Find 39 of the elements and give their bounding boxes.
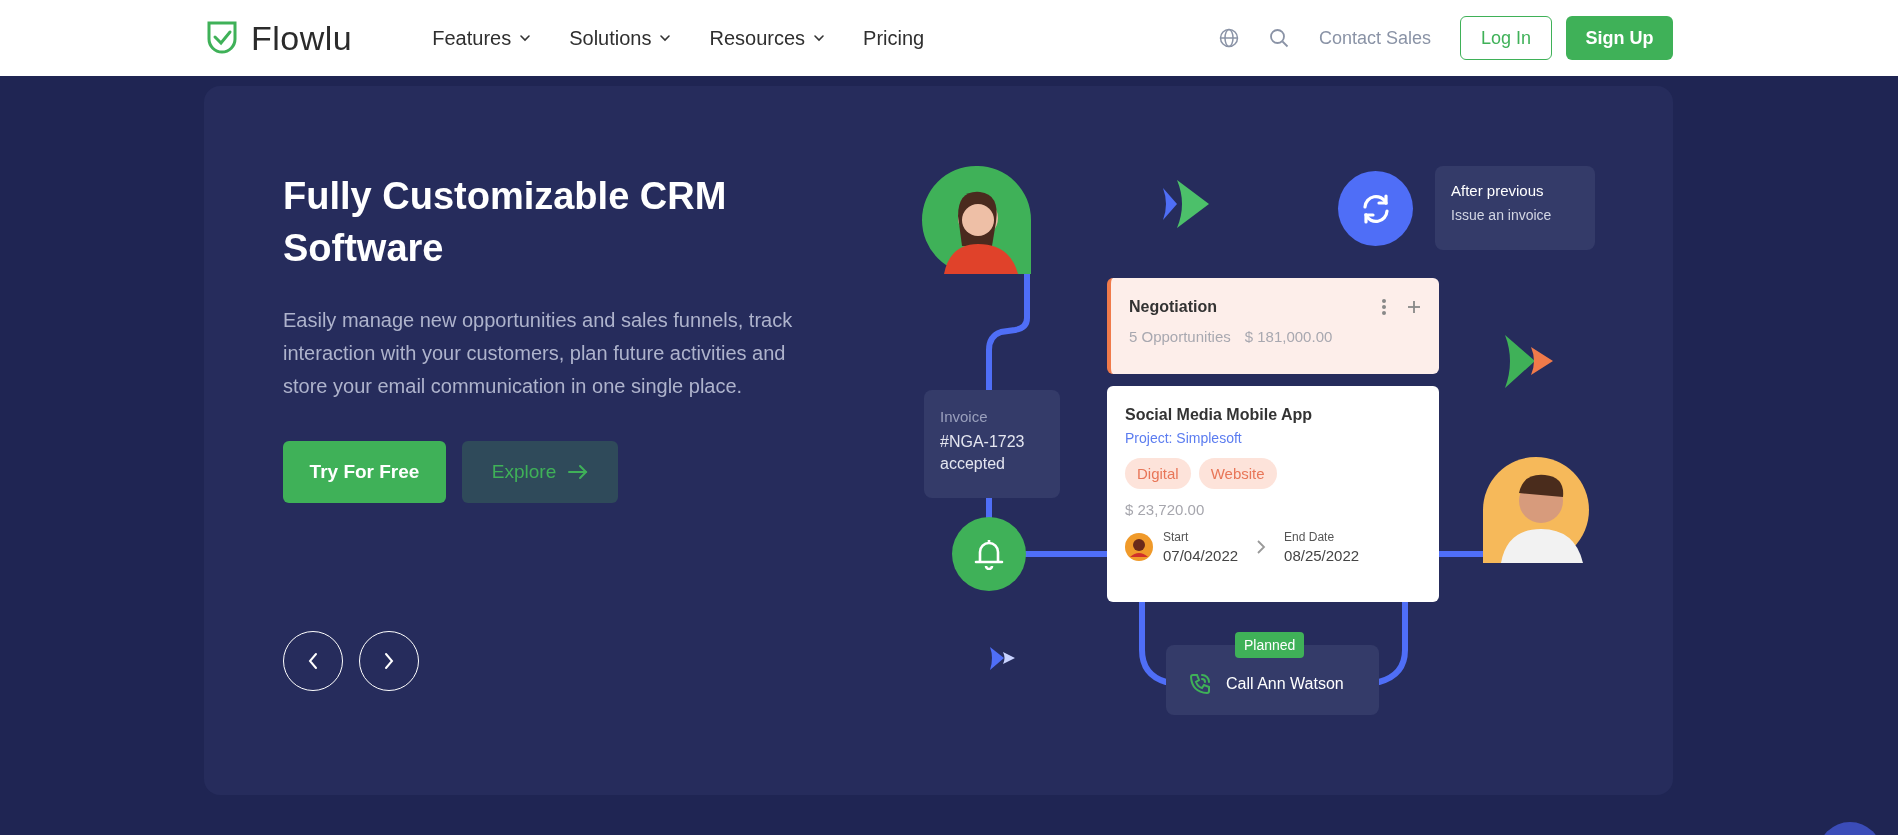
automation-action: Issue an invoice <box>1451 207 1553 223</box>
automation-title: After previous <box>1451 182 1545 199</box>
stage-title: Negotiation <box>1129 298 1218 316</box>
nav-link[interactable]: Resources <box>709 26 826 50</box>
project-label: Project: Simplesoft <box>1125 430 1243 446</box>
chevron-left-icon <box>307 652 319 670</box>
tag: Website <box>1198 458 1277 489</box>
status-badge: Planned <box>1235 632 1305 658</box>
sparkle-arrows-icon <box>990 647 1015 670</box>
nav-link[interactable]: Solutions <box>569 26 672 50</box>
task-title: Call Ann Watson <box>1226 675 1344 693</box>
sparkle-arrows-icon <box>1163 180 1210 228</box>
search-icon[interactable] <box>1268 28 1289 48</box>
globe-icon[interactable] <box>1218 28 1239 48</box>
date-value: 07/04/2022 <box>1163 547 1239 564</box>
hero-description: Easily manage new opportunities and sales funnels, track interaction with your customers, plan future activities and store your email communication in one single place. <box>283 308 794 399</box>
bell-icon <box>974 538 1004 570</box>
phone-icon <box>1188 672 1212 696</box>
arrow-right-icon <box>568 464 589 480</box>
nav-link[interactable]: Pricing <box>863 26 925 50</box>
nav-link[interactable]: Features <box>432 26 532 50</box>
tag: Digital <box>1125 458 1191 489</box>
logo-text[interactable]: Flowlu <box>251 18 353 58</box>
invoice-label: Invoice <box>940 408 989 425</box>
sparkle-arrows-icon <box>1505 335 1553 388</box>
chevron-right-icon <box>1256 540 1267 554</box>
stage-amount: $ 181,000.00 <box>1244 328 1333 345</box>
invoice-status: #NGA-1723 accepted <box>940 432 1026 474</box>
more-icon <box>1381 298 1387 316</box>
hero-title: Fully Customizable CRM Software <box>283 174 728 271</box>
deal-title: Social Media Mobile App <box>1125 406 1313 424</box>
date-label: End Date <box>1284 530 1336 544</box>
opportunity-count: 5 Opportunities <box>1129 328 1231 345</box>
chevron-right-icon <box>383 652 395 670</box>
person-avatar <box>1125 533 1153 561</box>
plus-icon <box>1407 300 1421 314</box>
date-label: Start <box>1163 530 1190 544</box>
date-value: 08/25/2022 <box>1284 547 1360 564</box>
deal-amount: $ 23,720.00 <box>1125 501 1206 518</box>
